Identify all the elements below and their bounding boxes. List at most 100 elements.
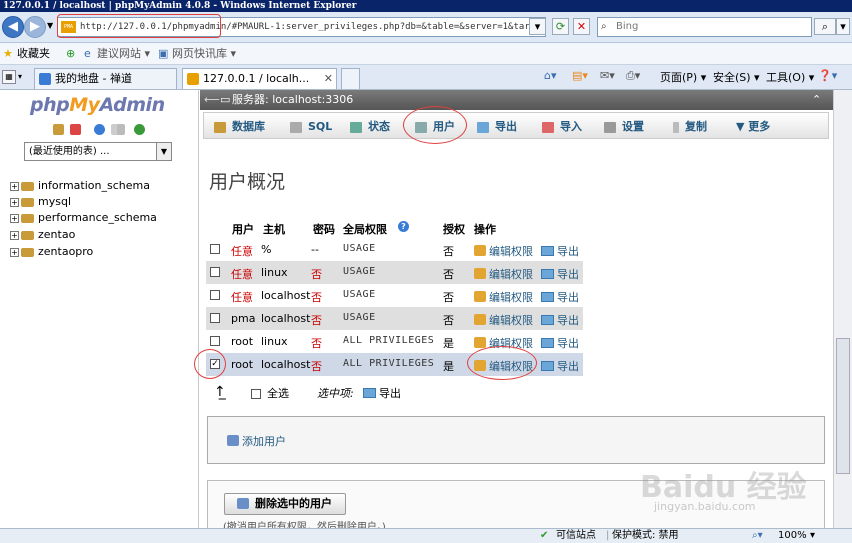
db-item-zentaopro[interactable]: + zentaopro — [10, 244, 93, 260]
divider: | — [606, 530, 610, 541]
col-host: 主机 — [263, 223, 285, 236]
search-input[interactable]: ⌕ Bing — [597, 17, 812, 37]
tab-label: 我的地盘 - 禅道 — [55, 72, 132, 85]
stop-icon[interactable]: ✕ — [573, 18, 590, 35]
logout-icon[interactable] — [70, 124, 81, 135]
db-item-mysql[interactable]: + mysql — [10, 194, 71, 210]
database-icon — [214, 121, 226, 133]
feeds-icon[interactable]: ▤▾ — [572, 69, 588, 82]
expand-icon: + — [10, 247, 19, 257]
back-button[interactable]: ◀ — [2, 16, 24, 38]
row-checkbox[interactable] — [210, 267, 220, 277]
reload-icon[interactable] — [134, 124, 145, 135]
phpmyadmin-logo[interactable]: phpMyAdmin — [30, 94, 165, 116]
row-checkbox[interactable] — [210, 290, 220, 300]
tools-menu[interactable]: 工具(O) ▾ — [766, 69, 814, 85]
edit-privileges-link[interactable]: 编辑权限 — [474, 266, 533, 282]
edit-privileges-icon — [474, 245, 486, 256]
recent-tables-select[interactable]: (最近使用的表) ... ▼ — [24, 142, 172, 161]
add-user-link[interactable]: 添加用户 — [227, 433, 286, 449]
chevron-down-icon[interactable]: ▾ — [810, 529, 815, 543]
tab-export[interactable]: 导出 — [477, 113, 517, 140]
history-dropdown-icon[interactable]: ▼ — [47, 21, 53, 30]
forward-button[interactable]: ▶ — [24, 16, 46, 38]
watermark-url: jingyan.baidu.com — [654, 500, 756, 513]
select-all-checkbox[interactable] — [251, 389, 261, 399]
row-checkbox[interactable] — [210, 313, 220, 323]
export-link[interactable]: 导出 — [541, 266, 579, 282]
edit-privileges-icon — [474, 268, 486, 279]
export-link[interactable]: 导出 — [541, 358, 579, 374]
annotation-circle-checkbox — [194, 349, 226, 379]
zoom-icon[interactable]: ⌕▾ — [752, 529, 763, 543]
database-icon — [21, 230, 34, 240]
database-icon — [21, 247, 34, 257]
row-checkbox[interactable] — [210, 244, 220, 254]
tab-favicon-icon — [39, 73, 51, 85]
print-icon[interactable]: ⎙▾ — [626, 69, 640, 83]
select-all-label[interactable]: 全选 — [267, 384, 289, 404]
new-tab-button[interactable] — [341, 68, 360, 89]
refresh-icon[interactable]: ⟳ — [552, 18, 569, 35]
edit-privileges-link[interactable]: 编辑权限 — [474, 289, 533, 305]
export-icon — [541, 269, 554, 279]
zoom-level[interactable]: 100% — [778, 529, 807, 543]
replication-icon — [673, 121, 679, 133]
export-link[interactable]: 导出 — [541, 335, 579, 351]
webslice-icon: ▣ — [158, 47, 169, 60]
edit-privileges-link[interactable]: 编辑权限 — [474, 243, 533, 259]
add-favorite-icon[interactable]: ⊕ — [66, 43, 75, 65]
delete-selected-button[interactable]: 删除选中的用户 — [224, 493, 346, 515]
export-link[interactable]: 导出 — [541, 243, 579, 259]
tab-status[interactable]: 状态 — [350, 113, 390, 140]
export-link[interactable]: 导出 — [541, 312, 579, 328]
tab-favicon-icon — [187, 73, 199, 85]
edit-privileges-link[interactable]: 编辑权限 — [474, 312, 533, 328]
help-icon[interactable] — [94, 124, 105, 135]
favorites-button[interactable]: 收藏夹 — [17, 43, 50, 65]
tab-phpmyadmin[interactable]: 127.0.0.1 / localh... ✕ — [182, 68, 337, 89]
bulk-export-link[interactable]: 导出 — [363, 384, 401, 404]
page-menu[interactable]: 页面(P) ▾ — [660, 69, 706, 85]
tab-zentao[interactable]: 我的地盘 - 禅道 — [34, 68, 177, 89]
quick-tabs-icon[interactable]: ▦ — [2, 70, 16, 84]
tab-more[interactable]: ▼ 更多 — [736, 113, 770, 140]
collapse-top-icon[interactable]: ⌃ — [812, 90, 821, 110]
status-icon — [350, 121, 362, 133]
safety-menu[interactable]: 安全(S) ▾ — [713, 69, 760, 85]
with-selected-label: 选中项: — [317, 387, 354, 400]
tab-settings[interactable]: 设置 — [604, 113, 644, 140]
export-link[interactable]: 导出 — [541, 289, 579, 305]
edit-privileges-icon — [474, 314, 486, 325]
address-dropdown-icon[interactable]: ▾ — [529, 18, 546, 35]
settings-icon[interactable] — [117, 124, 125, 135]
expand-icon: + — [10, 213, 19, 223]
home-icon[interactable]: ⌂▾ — [544, 69, 557, 82]
tab-import[interactable]: 导入 — [542, 113, 582, 140]
table-row: 任意 % -- USAGE 否 编辑权限 导出 — [206, 238, 583, 261]
home-icon[interactable] — [53, 124, 64, 135]
scrollbar-thumb[interactable] — [836, 338, 850, 474]
tab-databases[interactable]: 数据库 — [214, 113, 265, 140]
row-checkbox[interactable] — [210, 336, 220, 346]
web-slice-gallery-link[interactable]: 网页快讯库 ▾ — [172, 43, 236, 65]
db-item-information-schema[interactable]: + information_schema — [10, 178, 150, 194]
search-button[interactable]: ⌕ — [814, 18, 836, 35]
tab-list-icon[interactable]: ▾ — [18, 70, 30, 84]
tab-replication[interactable]: 复制 — [673, 113, 707, 140]
vertical-scrollbar[interactable] — [833, 90, 852, 528]
help-menu[interactable]: ❓▾ — [818, 69, 837, 82]
db-item-performance-schema[interactable]: + performance_schema — [10, 210, 157, 226]
collapse-arrow-icon[interactable]: ⟵ — [204, 90, 220, 110]
search-options-icon[interactable]: ▾ — [836, 18, 850, 35]
favorites-star-icon: ★ — [3, 47, 13, 60]
suggested-sites-link[interactable]: 建议网站 ▾ — [97, 43, 150, 65]
tab-sql[interactable]: SQL — [290, 113, 332, 140]
help-icon[interactable]: ? — [398, 221, 409, 232]
mail-icon[interactable]: ✉▾ — [600, 69, 615, 82]
database-icon — [21, 181, 34, 191]
server-label[interactable]: 服务器: localhost:3306 — [232, 90, 353, 110]
col-action: 操作 — [474, 223, 496, 236]
close-tab-icon[interactable]: ✕ — [324, 69, 333, 89]
db-item-zentao[interactable]: + zentao — [10, 227, 75, 243]
